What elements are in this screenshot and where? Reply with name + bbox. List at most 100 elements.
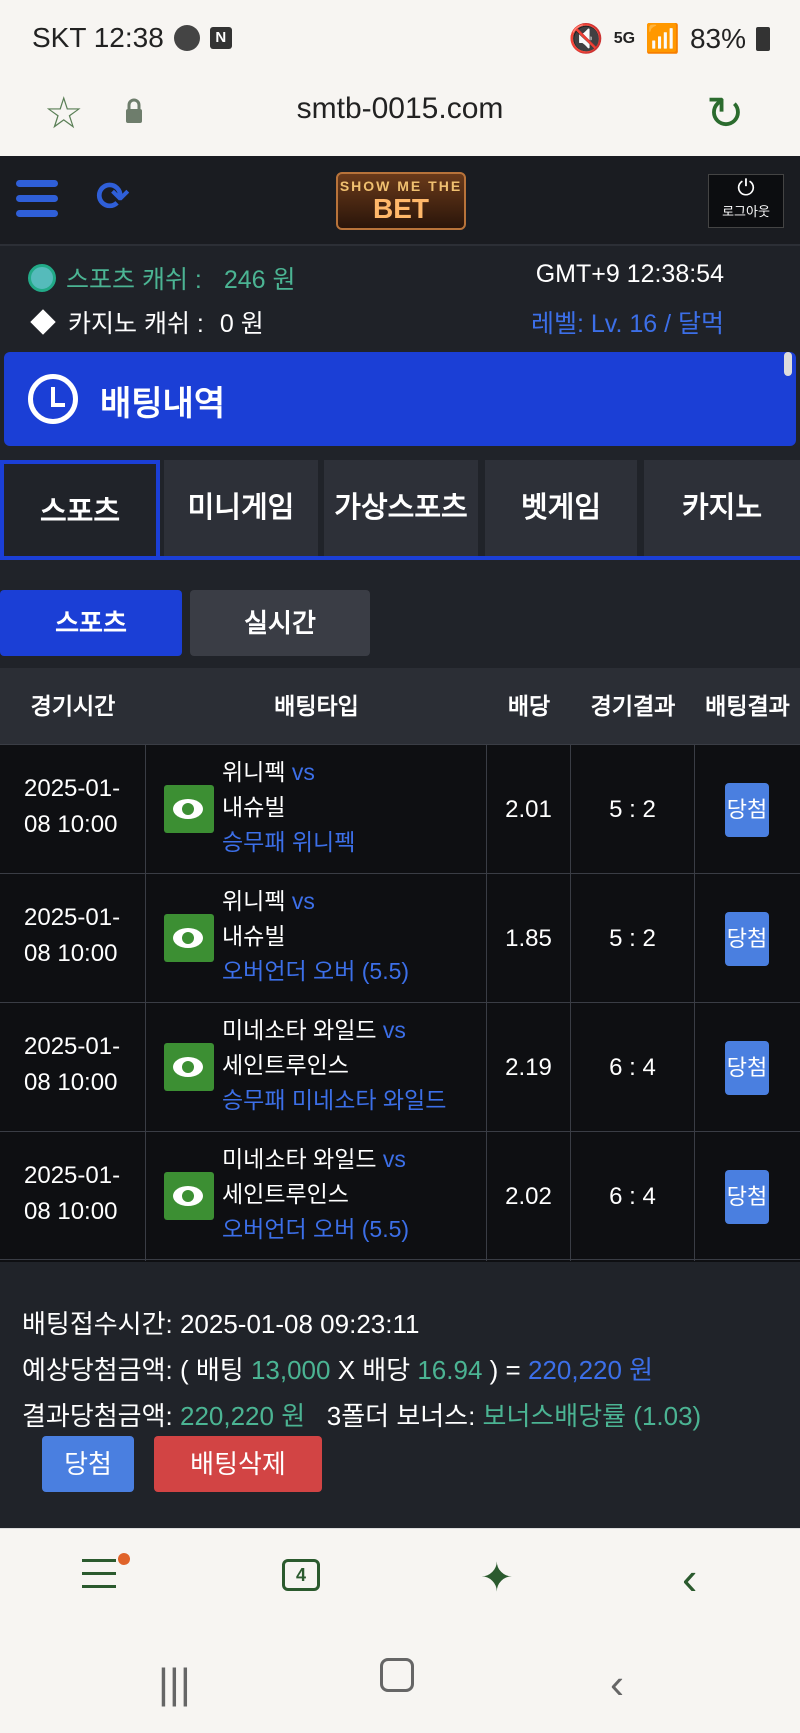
- vs-label: vs: [382, 1017, 406, 1043]
- carrier-time: SKT 12:38: [32, 22, 164, 53]
- header-match-result: 경기결과: [590, 693, 676, 719]
- browser-bottom-nav: 4 ✦ ‹: [0, 1528, 800, 1640]
- match-score: 5 : 2: [571, 874, 695, 1003]
- logo-main-text: BET: [373, 193, 429, 224]
- away-team: 세인트루인스: [222, 1052, 349, 1078]
- network-label: 5G: [613, 29, 636, 47]
- odds-value: 1.85: [487, 874, 571, 1003]
- sub-tabs: 스포츠 실시간: [0, 590, 800, 656]
- header-bet-type: 배팅타입: [274, 693, 359, 719]
- url-text[interactable]: smtb-0015.com: [0, 92, 800, 126]
- bonus-value: 보너스배당률 (1.03): [482, 1401, 702, 1431]
- match-time: 2025-01- 08 10:00: [0, 1003, 146, 1132]
- win-badge: 당첨: [725, 1041, 769, 1095]
- back-icon[interactable]: ‹: [682, 1551, 697, 1605]
- bet-result-cell: 당첨: [695, 1003, 800, 1132]
- battery-percent: 83%: [689, 22, 746, 54]
- category-tabs: 스포츠 미니게임 가상스포츠 벳게임 카지노: [0, 460, 800, 560]
- bet-type-cell: 위니펙 vs 내슈빌 오버언더 오버 (5.5): [146, 874, 487, 1003]
- win-badge: 당첨: [725, 912, 769, 966]
- hamburger-menu-icon[interactable]: [16, 180, 58, 220]
- match-time: 2025-01- 08 10:00: [0, 874, 146, 1003]
- reload-icon[interactable]: ↻: [706, 86, 745, 140]
- history-icon: [28, 374, 78, 424]
- bet-result-cell: 당첨: [695, 874, 800, 1003]
- browser-menu-icon[interactable]: [82, 1559, 116, 1598]
- bet-pick: 오버언더 오버 (5.5): [222, 958, 410, 984]
- user-level: 레벨: Lv. 16 / 달먹: [531, 310, 724, 338]
- bet-amount: 13,000: [250, 1355, 331, 1385]
- home-team: 미네소타 와일드: [222, 1017, 377, 1043]
- tab-sports[interactable]: 스포츠: [0, 460, 160, 556]
- subtab-sports[interactable]: 스포츠: [0, 590, 182, 656]
- bet-type-cell: 미네소타 와일드 vs 세인트루인스 오버언더 오버 (5.5): [146, 1132, 487, 1261]
- account-info: 스포츠 캐쉬 : 246 원 카지노 캐쉬 : 0 원 GMT+9 12:38:…: [0, 246, 800, 350]
- header-odds: 배당: [507, 693, 551, 719]
- logo-top-text: SHOW ME THE: [339, 178, 463, 194]
- eye-icon[interactable]: [164, 1043, 214, 1091]
- naver-notification-icon: N: [209, 27, 232, 49]
- browser-url-bar: ☆ smtb-0015.com ↻: [0, 76, 800, 156]
- vs-label: vs: [382, 1146, 406, 1172]
- table-header: 경기시간 배팅타입 배당 경기결과 배팅결과: [0, 668, 800, 744]
- match-score: 6 : 4: [571, 1132, 695, 1261]
- match-time: 2025-01- 08 10:00: [0, 745, 146, 874]
- bet-summary: 배팅접수시간: 2025-01-08 09:23:11 예상당첨금액: ( 배팅…: [0, 1262, 800, 1524]
- eye-icon[interactable]: [164, 914, 214, 962]
- header-match-time: 경기시간: [30, 693, 116, 719]
- system-nav-bar: ||| ‹: [0, 1640, 800, 1733]
- subtab-live[interactable]: 실시간: [190, 590, 370, 656]
- table-row: 2025-01- 08 10:00 위니펙 vs 내슈빌 오버언더 오버 (5.5…: [0, 873, 800, 1003]
- tab-virtual-sports[interactable]: 가상스포츠: [324, 460, 478, 556]
- system-back-icon[interactable]: ‹: [610, 1660, 624, 1708]
- soccer-ball-icon: [28, 264, 56, 292]
- win-badge: 당첨: [725, 783, 769, 837]
- logout-button[interactable]: ⏻ 로그아웃: [708, 174, 784, 228]
- delete-bet-button[interactable]: 배팅삭제: [154, 1436, 322, 1492]
- app-header: ⟳ SHOW ME THE BET ⏻ 로그아웃: [0, 156, 800, 246]
- eye-icon[interactable]: [164, 785, 214, 833]
- bet-pick: 승무패 위니펙: [222, 829, 356, 855]
- bet-type-cell: 미네소타 와일드 vs 세인트루인스 승무패 미네소타 와일드: [146, 1003, 487, 1132]
- result-win-amount: 220,220 원: [179, 1401, 306, 1431]
- bet-result-cell: 당첨: [695, 745, 800, 874]
- scrollbar-thumb[interactable]: [784, 352, 792, 376]
- tab-casino[interactable]: 카지노: [644, 460, 800, 556]
- app-notification-icon: [173, 25, 200, 51]
- home-team: 위니펙: [222, 759, 286, 785]
- mute-icon: 🔇: [568, 23, 604, 54]
- expected-win-amount: 220,220 원: [527, 1355, 654, 1385]
- header-bet-result: 배팅결과: [705, 693, 790, 719]
- tab-minigame[interactable]: 미니게임: [164, 460, 318, 556]
- refresh-icon[interactable]: ⟳: [96, 174, 130, 220]
- home-icon[interactable]: [380, 1658, 414, 1692]
- status-bar: SKT 12:38 N 🔇 5G 📶 83%: [0, 0, 800, 76]
- battery-icon: [756, 26, 770, 51]
- page-title-bar: 배팅내역: [4, 352, 796, 446]
- home-team: 미네소타 와일드: [222, 1146, 377, 1172]
- vs-label: vs: [291, 888, 315, 914]
- home-team: 위니펙: [222, 888, 286, 914]
- bet-pick: 오버언더 오버 (5.5): [222, 1216, 410, 1242]
- vs-label: vs: [291, 759, 315, 785]
- recent-apps-icon[interactable]: |||: [158, 1660, 191, 1708]
- casino-cash-value: 0 원: [219, 310, 264, 338]
- sparkle-icon[interactable]: ✦: [480, 1555, 514, 1601]
- away-team: 내슈빌: [222, 923, 286, 949]
- win-button[interactable]: 당첨: [42, 1436, 134, 1492]
- bet-result-cell: 당첨: [695, 1132, 800, 1261]
- site-logo[interactable]: SHOW ME THE BET: [336, 172, 466, 230]
- notification-dot: [118, 1553, 130, 1565]
- match-score: 6 : 4: [571, 1003, 695, 1132]
- away-team: 세인트루인스: [222, 1181, 349, 1207]
- odds-value: 2.01: [487, 745, 571, 874]
- tab-count-icon[interactable]: 4: [282, 1559, 320, 1591]
- bet-type-cell: 위니펙 vs 내슈빌 승무패 위니펙: [146, 745, 487, 874]
- tab-betgame[interactable]: 벳게임: [485, 460, 637, 556]
- table-row: 2025-01- 08 10:00 미네소타 와일드 vs 세인트루인스 승무패 …: [0, 1002, 800, 1132]
- table-row: 2025-01- 08 10:00 미네소타 와일드 vs 세인트루인스 오버언더…: [0, 1131, 800, 1261]
- sports-cash-value: 246 원: [223, 266, 296, 294]
- win-badge: 당첨: [725, 1170, 769, 1224]
- bet-table: 2025-01- 08 10:00 위니펙 vs 내슈빌 승무패 위니펙 2.01…: [0, 744, 800, 1262]
- eye-icon[interactable]: [164, 1172, 214, 1220]
